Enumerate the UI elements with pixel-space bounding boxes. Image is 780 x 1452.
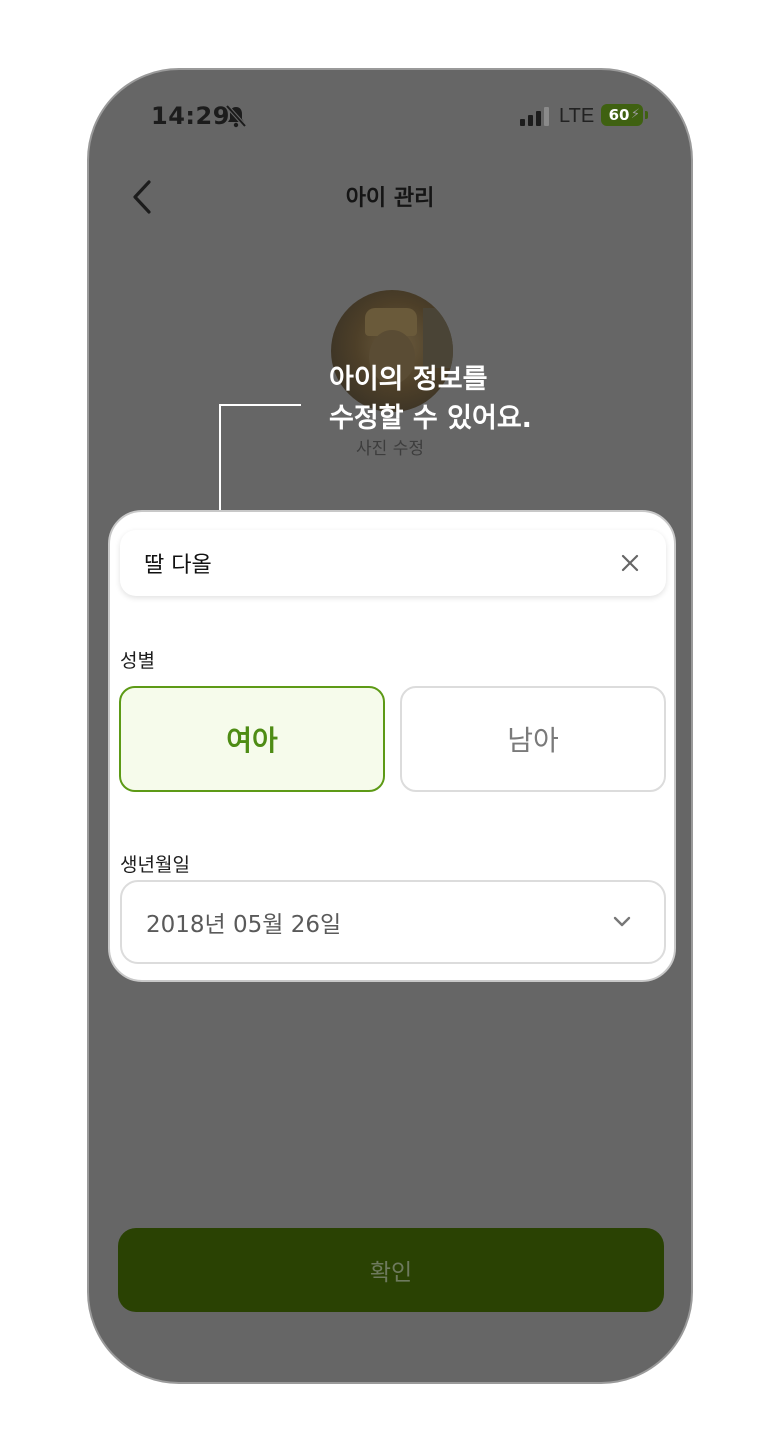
gender-label: 성별 — [120, 650, 155, 672]
tooltip-line-2: 수정할 수 있어요. — [329, 403, 532, 434]
confirm-button[interactable]: 확인 — [118, 1228, 664, 1312]
phone-frame: 14:29 LTE 60 ⚡ 아이 관리 사진 수정 아이의 정보를 수정할 수… — [87, 68, 693, 1384]
name-field[interactable] — [120, 530, 666, 596]
birthdate-label: 생년월일 — [120, 854, 190, 876]
signal-icon — [520, 107, 549, 126]
network-label: LTE — [559, 105, 595, 127]
name-input[interactable] — [120, 530, 600, 596]
gender-option-girl[interactable]: 여아 — [119, 686, 385, 792]
page-title: 아이 관리 — [345, 186, 435, 211]
status-time: 14:29 — [151, 102, 230, 130]
bell-off-icon — [225, 104, 247, 128]
tooltip-line-1: 아이의 정보를 — [329, 364, 488, 395]
charging-icon: ⚡ — [630, 107, 640, 122]
birthdate-value: 2018년 05월 26일 — [146, 912, 342, 938]
battery-cap — [645, 111, 648, 119]
chevron-down-icon — [613, 916, 631, 927]
birthdate-select[interactable]: 2018년 05월 26일 — [120, 880, 666, 964]
child-info-card: 성별 여아 남아 생년월일 2018년 05월 26일 — [108, 510, 676, 982]
tooltip-connector-line — [219, 404, 301, 510]
tooltip-message: 아이의 정보를 수정할 수 있어요. — [329, 360, 532, 438]
battery-indicator: 60 ⚡ — [601, 104, 643, 126]
close-icon[interactable] — [618, 551, 642, 575]
battery-level: 60 — [608, 106, 630, 124]
gender-option-boy[interactable]: 남아 — [400, 686, 666, 792]
